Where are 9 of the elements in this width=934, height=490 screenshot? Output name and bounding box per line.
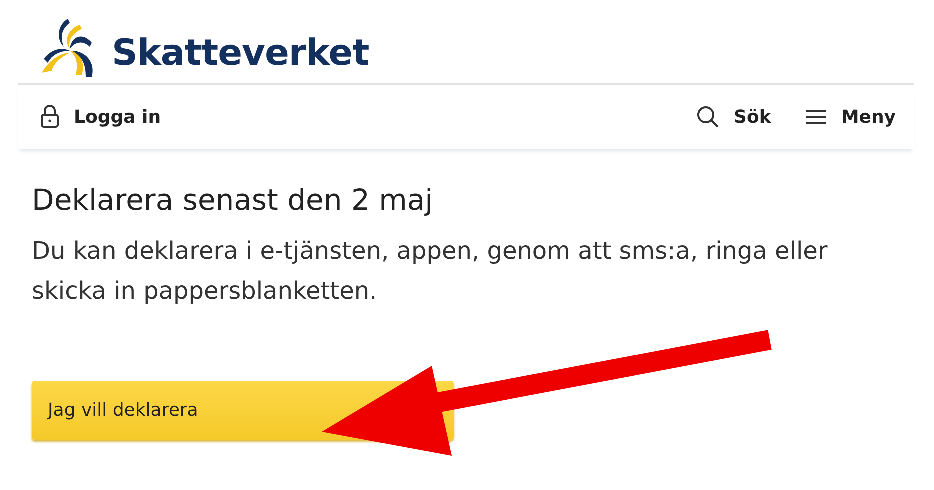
- menu-button[interactable]: Meny: [805, 105, 896, 129]
- heading: Deklarera senast den 2 maj: [32, 183, 434, 217]
- menu-icon: [805, 108, 828, 126]
- logo-text: Skatteverket: [112, 33, 370, 74]
- search-button[interactable]: Sök: [696, 105, 772, 129]
- lock-icon: [40, 105, 60, 129]
- description-text: Du kan deklarera i e-tjänsten, appen, genom att sms:a, ringa eller skicka in pappersblanketten.: [32, 236, 829, 307]
- login-link[interactable]: Logga in: [40, 105, 162, 129]
- search-icon: [696, 105, 720, 129]
